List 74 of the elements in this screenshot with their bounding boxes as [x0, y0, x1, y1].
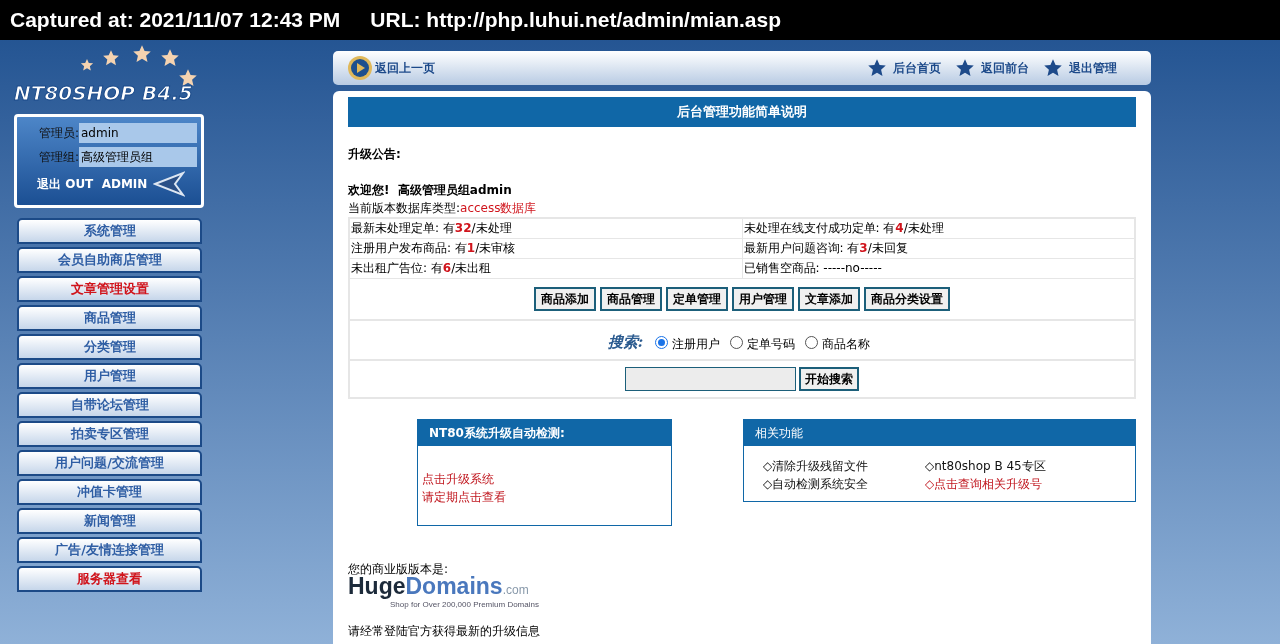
related-link[interactable]: ◇自动检测系统安全: [763, 475, 925, 493]
star-icon: [160, 48, 180, 68]
search-field[interactable]: [625, 367, 796, 391]
radio-button[interactable]: [730, 336, 744, 349]
panel-header: NT80系统升级自动检测:: [418, 420, 671, 446]
action-button[interactable]: 用户管理: [732, 287, 794, 311]
star-icon: [80, 58, 94, 72]
stat-cell-text: 未处理在线支付成功定单: 有4/未处理: [742, 220, 945, 237]
nav-link[interactable]: 退出管理: [1043, 58, 1117, 78]
stat-cell: 注册用户发布商品: 有1/未审核: [350, 239, 743, 258]
menu-item[interactable]: 拍卖专区管理: [17, 421, 202, 447]
star-icon: [102, 49, 120, 67]
admin-name-field: admin: [79, 123, 197, 143]
related-link[interactable]: ◇点击查询相关升级号: [925, 475, 1135, 493]
db-label: 当前版本数据库类型:: [348, 200, 461, 217]
action-button[interactable]: 定单管理: [666, 287, 728, 311]
search-label: 搜索:: [607, 331, 644, 353]
menu-item[interactable]: 用户问题/交流管理: [17, 450, 202, 476]
radio-label: 定单号码: [747, 336, 796, 353]
capture-time: Captured at: 2021/11/07 12:43 PM: [10, 7, 341, 34]
logo-tagline: Shop for Over 200,000 Premium Domains: [389, 600, 540, 610]
related-link[interactable]: ◇清除升级残留文件: [763, 457, 925, 475]
menu-item[interactable]: 冲值卡管理: [17, 479, 202, 505]
action-button[interactable]: 商品管理: [600, 287, 662, 311]
logout-link[interactable]: 退出 OUT ADMIN: [37, 175, 148, 193]
notice-heading: 升级公告:: [348, 146, 402, 163]
menu-item[interactable]: 新闻管理: [17, 508, 202, 534]
logo-text: NT80SHOP B4.5: [14, 80, 193, 107]
admin-group-field: 高级管理员组: [79, 147, 197, 167]
footer-note: 请经常登陆官方获得最新的升级信息: [348, 624, 541, 638]
stat-cell: 最新未处理定单: 有32/未处理: [350, 219, 743, 238]
field-label: 管理组:: [37, 149, 79, 166]
stat-cell: 未出租广告位: 有6/未出租: [350, 259, 743, 278]
star-icon: [867, 58, 887, 78]
menu-item[interactable]: 文章管理设置: [17, 276, 202, 302]
menu-item[interactable]: 会员自助商店管理: [17, 247, 202, 273]
star-icon: [178, 68, 198, 88]
menu-item[interactable]: 分类管理: [17, 334, 202, 360]
search-button[interactable]: 开始搜索: [799, 367, 859, 391]
star-icon: [1043, 58, 1063, 78]
menu-item[interactable]: 系统管理: [17, 218, 202, 244]
panel-title: 后台管理功能简单说明: [348, 97, 1136, 127]
db-type: access数据库: [460, 200, 537, 217]
nav-link[interactable]: 返回前台: [955, 58, 1029, 78]
back-button[interactable]: 返回上一页: [347, 55, 435, 81]
action-button[interactable]: 商品分类设置: [864, 287, 950, 311]
menu-item[interactable]: 商品管理: [17, 305, 202, 331]
menu-item[interactable]: 用户管理: [17, 363, 202, 389]
radio-button[interactable]: [655, 336, 669, 349]
radio-button[interactable]: [805, 336, 819, 349]
upgrade-link[interactable]: 点击升级系统: [422, 470, 671, 488]
stat-cell-text: 已销售空商品: -----no-----: [742, 260, 883, 277]
version-label: 您的商业版版本是:: [348, 562, 450, 576]
star-icon: [132, 44, 152, 64]
menu-item[interactable]: 自带论坛管理: [17, 392, 202, 418]
menu-item[interactable]: 服务器查看: [17, 566, 202, 592]
radio-label: 商品名称: [822, 336, 871, 353]
action-button[interactable]: 商品添加: [534, 287, 596, 311]
arrow-icon: [153, 171, 186, 197]
logo-domains: Domains: [405, 576, 503, 596]
capture-url: URL: http://php.luhui.net/admin/mian.asp: [370, 7, 781, 34]
stat-cell-text: 最新用户问题咨询: 有3/未回复: [742, 240, 909, 257]
play-icon: [347, 55, 373, 81]
star-icon: [955, 58, 975, 78]
action-button[interactable]: 文章添加: [798, 287, 860, 311]
upgrade-link[interactable]: 请定期点击查看: [422, 488, 671, 506]
radio-label: 注册用户: [672, 336, 721, 353]
logo-com: .com: [502, 583, 529, 599]
menu-item[interactable]: 广告/友情连接管理: [17, 537, 202, 563]
welcome-text: 欢迎您! 高级管理员组admin: [348, 182, 513, 199]
related-link[interactable]: ◇nt80shop B 45专区: [925, 457, 1135, 475]
nav-link[interactable]: 后台首页: [867, 58, 941, 78]
field-label: 管理员:: [37, 125, 79, 142]
panel-header: 相关功能: [744, 420, 1135, 446]
